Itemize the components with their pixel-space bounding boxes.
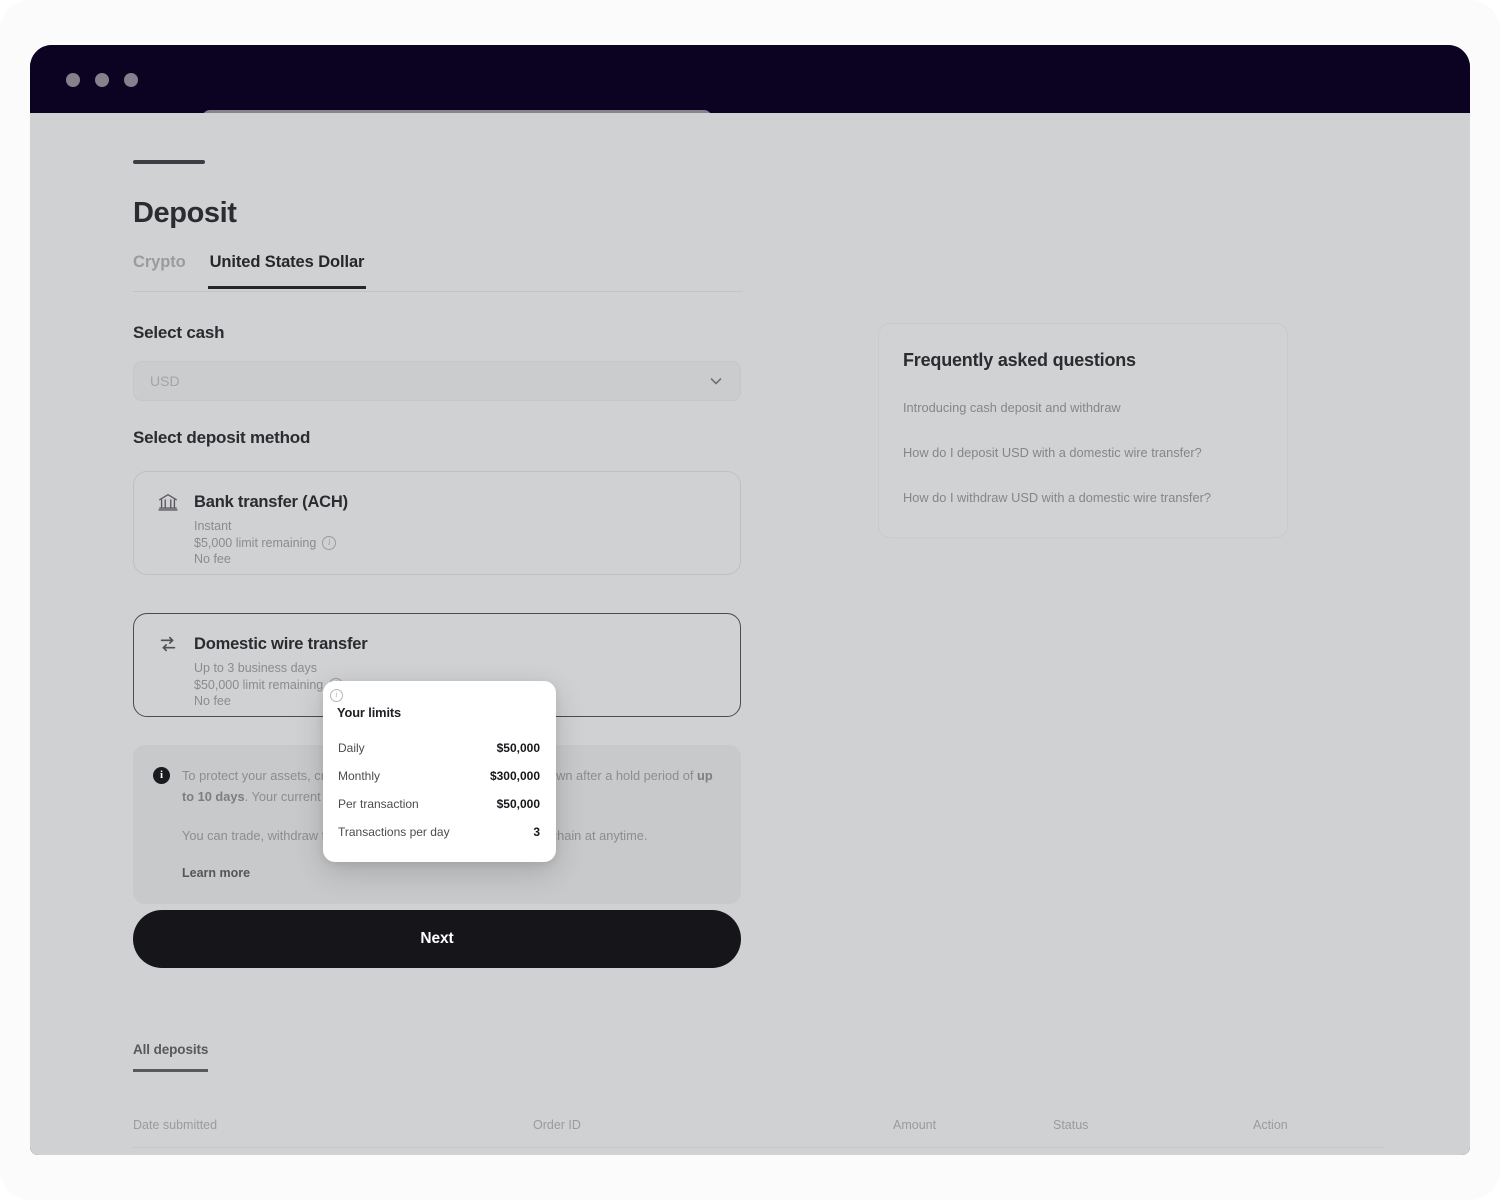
column-header-status: Status	[1053, 1118, 1089, 1132]
method-fee: No fee	[194, 552, 231, 566]
bank-icon	[156, 490, 180, 514]
window-controls[interactable]	[66, 73, 138, 87]
method-speed: Instant	[194, 519, 232, 533]
learn-more-link[interactable]: Learn more	[182, 866, 250, 880]
limit-value: $50,000	[496, 741, 540, 755]
currency-select[interactable]: USD	[133, 361, 741, 401]
column-header-order-id: Order ID	[533, 1118, 581, 1132]
page-viewport: Deposit Crypto United States Dollar Sele…	[30, 113, 1470, 1155]
limit-row: Per transaction $50,000	[323, 790, 556, 818]
method-limit: $50,000 limit remaining	[194, 677, 324, 692]
table-row: Jan 15, 2025, 08:44:46 AM 72501150847166…	[133, 1148, 1383, 1155]
page-frame: Deposit Crypto United States Dollar Sele…	[0, 0, 1500, 1200]
scrolled-tab-indicator	[133, 160, 205, 164]
limit-value: 3	[533, 825, 540, 839]
tooltip-title: Your limits	[337, 705, 402, 720]
method-limit-line: $5,000 limit remaining i	[194, 535, 718, 552]
limit-label: Transactions per day	[338, 825, 450, 839]
limit-label: Daily	[338, 741, 365, 755]
method-details: Instant $5,000 limit remaining i No fee	[194, 518, 718, 568]
faq-item-0[interactable]: Introducing cash deposit and withdraw	[903, 399, 1263, 417]
method-title: Bank transfer (ACH)	[194, 492, 348, 511]
currency-tabs: Crypto United States Dollar	[133, 253, 743, 292]
limit-label: Monthly	[338, 769, 381, 783]
method-limit: $5,000 limit remaining	[194, 535, 317, 550]
faq-item-1[interactable]: How do I deposit USD with a domestic wir…	[903, 444, 1263, 462]
deposits-table: Date submitted Order ID Amount Status Ac…	[133, 1103, 1383, 1155]
close-window-button[interactable]	[66, 73, 80, 87]
method-header: Bank transfer (ACH)	[156, 490, 718, 514]
method-header: Domestic wire transfer	[156, 632, 718, 656]
info-icon[interactable]: i	[322, 535, 337, 550]
info-icon[interactable]: i	[330, 689, 343, 702]
maximize-window-button[interactable]	[124, 73, 138, 87]
your-limits-tooltip: i Your limits Daily $50,000 Monthly $300…	[323, 681, 556, 862]
browser-window: Deposit Crypto United States Dollar Sele…	[30, 45, 1470, 1155]
limit-value: $50,000	[496, 797, 540, 811]
select-deposit-method-label: Select deposit method	[133, 428, 311, 447]
faq-panel: Frequently asked questions Introducing c…	[878, 323, 1288, 538]
table-header-row: Date submitted Order ID Amount Status Ac…	[133, 1103, 1383, 1148]
page-title: Deposit	[133, 197, 237, 229]
limit-value: $300,000	[489, 769, 540, 783]
method-speed: Up to 3 business days	[194, 661, 317, 675]
tab-united-states-dollar[interactable]: United States Dollar	[207, 253, 367, 289]
faq-item-2[interactable]: How do I withdraw USD with a domestic wi…	[903, 489, 1263, 507]
next-button[interactable]: Next	[133, 910, 741, 968]
deposit-method-bank-transfer-ach[interactable]: Bank transfer (ACH) Instant $5,000 limit…	[133, 471, 741, 575]
limit-row: Daily $50,000	[323, 734, 556, 762]
info-filled-icon: i	[153, 767, 170, 784]
column-header-date-submitted: Date submitted	[133, 1118, 218, 1132]
minimize-window-button[interactable]	[95, 73, 109, 87]
method-title: Domestic wire transfer	[194, 634, 368, 653]
transfer-arrows-icon	[156, 632, 180, 656]
chevron-down-icon	[708, 373, 724, 389]
column-header-action: Action	[1253, 1118, 1288, 1132]
all-deposits-section: All deposits Date submitted Order ID Amo…	[133, 1041, 1383, 1148]
currency-select-value: USD	[150, 373, 180, 389]
limit-row: Transactions per day 3	[323, 818, 556, 846]
select-cash-label: Select cash	[133, 323, 225, 342]
tab-all-deposits[interactable]: All deposits	[133, 1042, 208, 1072]
limit-label: Per transaction	[338, 797, 419, 811]
limit-row: Monthly $300,000	[323, 762, 556, 790]
faq-title: Frequently asked questions	[903, 350, 1136, 370]
browser-chrome	[30, 45, 1470, 113]
column-header-amount: Amount	[893, 1118, 937, 1132]
tab-crypto[interactable]: Crypto	[133, 253, 186, 286]
